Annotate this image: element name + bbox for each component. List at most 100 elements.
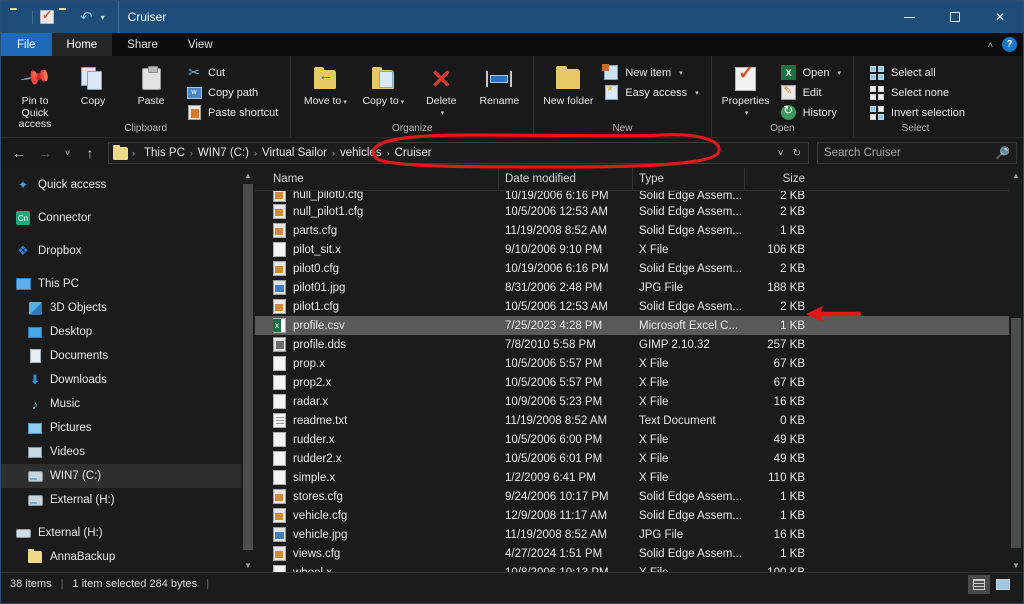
table-row[interactable]: wheel.x 10/8/2006 10:13 PMX File100 KB	[255, 563, 1009, 572]
properties-icon[interactable]	[40, 8, 54, 24]
column-header-type[interactable]: Type	[633, 167, 745, 191]
address-path-box[interactable]: › This PC › WIN7 (C:) › Virtual Sailor ›…	[108, 142, 809, 164]
table-row[interactable]: vehicle.jpg 11/19/2008 8:52 AM JPG File 16 …	[255, 525, 1009, 544]
search-box[interactable]: Search Cruiser 🔍	[817, 142, 1017, 164]
navigation-scrollbar[interactable]: ▲ ▼	[241, 168, 255, 572]
table-row[interactable]: readme.txt 11/19/2008 8:52 AM Text Documen…	[255, 411, 1009, 430]
column-header-name[interactable]: Name	[255, 167, 499, 191]
sidebar-item-dropbox[interactable]: ❖ Dropbox	[1, 239, 241, 263]
minimize-button[interactable]	[887, 1, 932, 33]
maximize-button[interactable]	[932, 1, 977, 33]
delete-button[interactable]: ✕ Delete ▾	[412, 61, 470, 119]
table-row[interactable]: pilot_sit.x 9/10/2006 9:10 PM X File 106 KB	[255, 240, 1009, 259]
scroll-up-icon[interactable]: ▲	[241, 168, 255, 182]
copy-button[interactable]: Copy	[64, 61, 122, 108]
copy-path-button[interactable]: w Copy path	[184, 83, 283, 102]
paste-shortcut-button[interactable]: Paste shortcut	[184, 103, 283, 122]
up-button[interactable]: ↑	[78, 141, 102, 165]
tab-view[interactable]: View	[173, 33, 228, 56]
history-button[interactable]: History	[779, 103, 846, 122]
undo-icon[interactable]: ↷	[79, 9, 94, 26]
navigation-scroll-thumb[interactable]	[243, 184, 253, 550]
edit-button[interactable]: Edit	[779, 83, 846, 102]
sidebar-item-connector[interactable]: Cn Connector	[1, 206, 241, 230]
table-row[interactable]: profile.dds 7/8/2010 5:58 PM GIMP 2.10.32 2…	[255, 335, 1009, 354]
table-row[interactable]: pilot1.cfg 10/5/2006 12:53 AM Solid Edge A…	[255, 297, 1009, 316]
collapse-ribbon-icon[interactable]: ˄	[988, 40, 993, 50]
customize-caret-icon[interactable]: ▾	[99, 13, 107, 22]
table-row[interactable]: rudder.x 10/5/2006 6:00 PM X File 49 KB	[255, 430, 1009, 449]
sidebar-item-desktop[interactable]: Desktop	[1, 320, 241, 344]
sidebar-item-3d-objects[interactable]: 3D Objects	[1, 296, 241, 320]
search-input[interactable]: Search Cruiser	[824, 147, 901, 159]
breadcrumb-vehicles[interactable]: vehicles	[335, 147, 387, 159]
table-row[interactable]: pilot0.cfg 10/19/2006 6:16 PM Solid Edge A…	[255, 259, 1009, 278]
select-all-button[interactable]: Select all	[867, 63, 970, 82]
sidebar-item-music[interactable]: ♪ Music	[1, 392, 241, 416]
scroll-down-icon[interactable]: ▼	[1009, 558, 1023, 572]
recent-locations-button[interactable]: ˅	[59, 141, 76, 165]
sidebar-item-documents[interactable]: Documents	[1, 344, 241, 368]
tab-share[interactable]: Share	[112, 33, 173, 56]
file-scroll-thumb[interactable]	[1011, 318, 1021, 548]
copy-to-button[interactable]: Copy to ▾	[354, 61, 412, 109]
column-header-date-modified[interactable]: Date modified	[499, 167, 633, 191]
sidebar-item-videos[interactable]: Videos	[1, 440, 241, 464]
cut-button[interactable]: ✂ Cut	[184, 63, 283, 82]
refresh-icon[interactable]: ↻	[790, 148, 804, 159]
close-button[interactable]: ✕	[977, 1, 1023, 33]
forward-button[interactable]: →	[33, 141, 57, 165]
invert-selection-button[interactable]: Invert selection	[867, 103, 970, 122]
table-row[interactable]: prop.x 10/5/2006 5:57 PM X File 67 KB	[255, 354, 1009, 373]
table-row[interactable]: radar.x 10/9/2006 5:23 PM X File 16 KB	[255, 392, 1009, 411]
paste-button[interactable]: Paste	[122, 61, 180, 108]
move-to-button[interactable]: Move to▾	[296, 61, 354, 109]
breadcrumb-cruiser[interactable]: Cruiser	[390, 147, 437, 159]
back-button[interactable]: ←	[7, 141, 31, 165]
sidebar-item-win7-c[interactable]: WIN7 (C:)	[1, 464, 241, 488]
sidebar-item-this-pc[interactable]: This PC	[1, 272, 241, 296]
breadcrumb-virtual-sailor[interactable]: Virtual Sailor	[257, 147, 332, 159]
scroll-up-icon[interactable]: ▲	[1009, 168, 1023, 182]
pin-to-quick-access-button[interactable]: 📌 Pin to Quick access	[6, 61, 64, 131]
help-icon[interactable]: ?	[1002, 37, 1017, 52]
new-folder-icon[interactable]	[59, 10, 74, 25]
sidebar-item-external-h[interactable]: External (H:)	[1, 521, 241, 545]
sidebar-item-external-h[interactable]: External (H:)	[1, 488, 241, 512]
tab-home[interactable]: Home	[51, 33, 113, 56]
table-row[interactable]: pilot01.jpg 8/31/2006 2:48 PM JPG File 188 …	[255, 278, 1009, 297]
chevron-down-icon[interactable]: ˅	[775, 148, 787, 159]
new-item-button[interactable]: New item ▾	[601, 63, 703, 82]
tab-file[interactable]: File	[1, 33, 52, 56]
table-row[interactable]: stores.cfg 9/24/2006 10:17 PM Solid Edge A…	[255, 487, 1009, 506]
file-list-scrollbar[interactable]: ▲ ▼	[1009, 168, 1023, 572]
table-row[interactable]: null_pilot0.cfg 10/19/2006 6:16 PM Solid E…	[255, 191, 1009, 202]
table-row[interactable]: simple.x 1/2/2009 6:41 PM X File 110 KB	[255, 468, 1009, 487]
properties-button[interactable]: Properties ▾	[717, 61, 775, 119]
easy-access-button[interactable]: Easy access ▾	[601, 83, 703, 102]
new-folder-button[interactable]: New folder	[539, 61, 597, 108]
table-row[interactable]: rudder2.x 10/5/2006 6:01 PM X File 49 KB	[255, 449, 1009, 468]
sidebar-item-pictures[interactable]: Pictures	[1, 416, 241, 440]
search-icon[interactable]: 🔍	[995, 146, 1010, 160]
open-button[interactable]: X Open ▾	[779, 63, 846, 82]
scroll-down-icon[interactable]: ▼	[241, 558, 255, 572]
breadcrumb-this-pc[interactable]: This PC	[139, 147, 190, 159]
table-row[interactable]: prop2.x 10/5/2006 5:57 PM X File 67 KB	[255, 373, 1009, 392]
select-none-button[interactable]: Select none	[867, 83, 970, 102]
sidebar-item-downloads[interactable]: ⬇ Downloads	[1, 368, 241, 392]
table-row[interactable]: views.cfg 4/27/2024 1:51 PM Solid Edge Ass…	[255, 544, 1009, 563]
table-row[interactable]: vehicle.cfg 12/9/2008 11:17 AM Solid Edge …	[255, 506, 1009, 525]
large-icons-view-button[interactable]	[992, 575, 1014, 594]
navigation-scroll-track[interactable]	[241, 182, 255, 558]
sidebar-item-annabackup[interactable]: AnnaBackup	[1, 545, 241, 569]
file-scroll-track[interactable]	[1009, 182, 1023, 558]
sidebar-item-quick-access[interactable]: ✦ Quick access	[1, 173, 241, 197]
breadcrumb-win7-c[interactable]: WIN7 (C:)	[193, 147, 254, 159]
folder-icon[interactable]	[10, 10, 25, 25]
table-row[interactable]: parts.cfg 11/19/2008 8:52 AM Solid Edge As…	[255, 221, 1009, 240]
table-row[interactable]: profile.csv 7/25/2023 4:28 PM Microsoft Ex…	[255, 316, 1009, 335]
column-header-size[interactable]: Size	[745, 168, 811, 191]
rename-button[interactable]: Rename	[470, 61, 528, 108]
details-view-button[interactable]	[968, 574, 990, 594]
